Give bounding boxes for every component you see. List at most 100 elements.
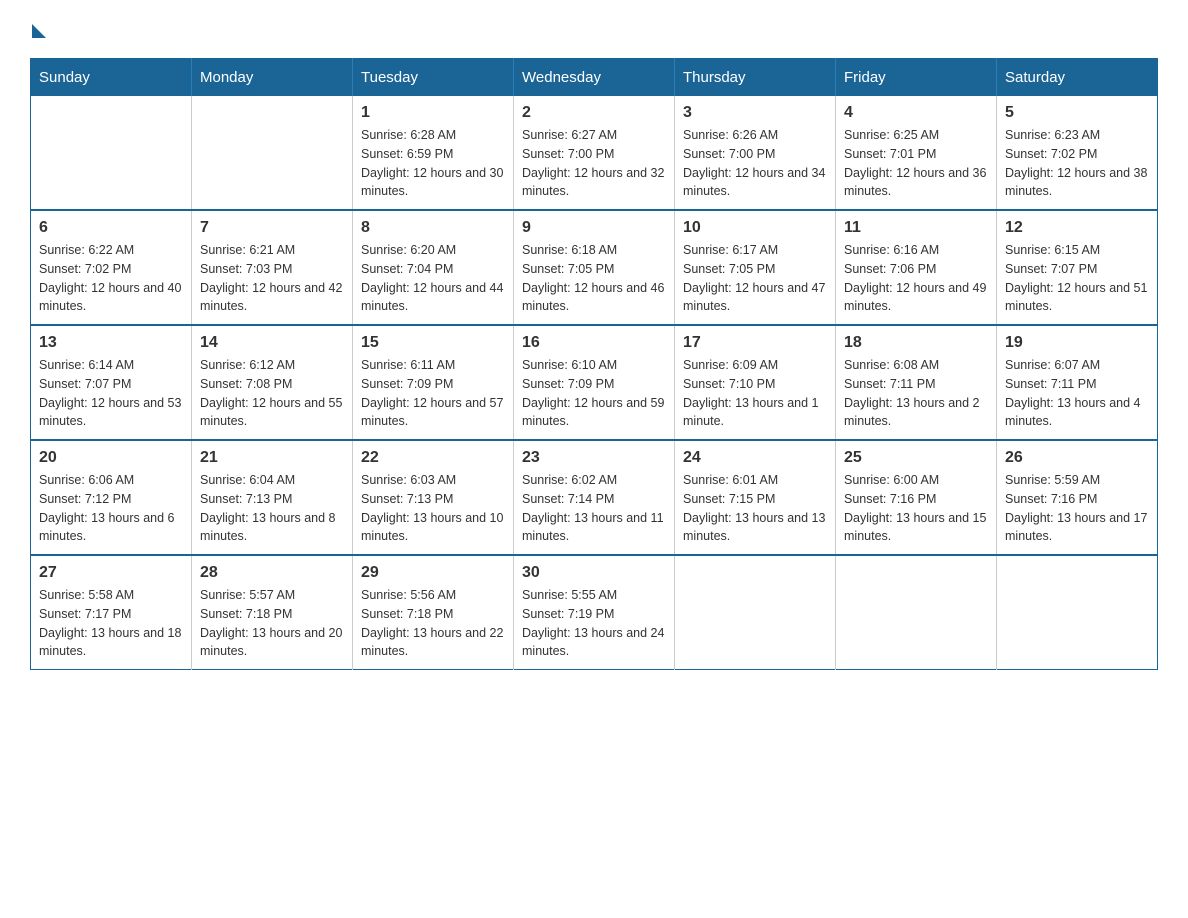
calendar-day-cell: 3 Sunrise: 6:26 AMSunset: 7:00 PMDaylight… [675,96,836,210]
calendar-day-cell: 11 Sunrise: 6:16 AMSunset: 7:06 PMDayligh… [836,210,997,325]
calendar-day-cell: 25 Sunrise: 6:00 AMSunset: 7:16 PMDayligh… [836,440,997,555]
day-info: Sunrise: 6:06 AMSunset: 7:12 PMDaylight:… [39,471,183,546]
calendar-header-row: SundayMondayTuesdayWednesdayThursdayFrid… [31,59,1158,97]
day-info: Sunrise: 6:01 AMSunset: 7:15 PMDaylight:… [683,471,827,546]
calendar-day-cell: 17 Sunrise: 6:09 AMSunset: 7:10 PMDayligh… [675,325,836,440]
calendar-day-cell: 20Sunrise: 6:06 AMSunset: 7:12 PMDayligh… [31,440,192,555]
page-header [30,20,1158,38]
day-info: Sunrise: 5:57 AMSunset: 7:18 PMDaylight:… [200,586,344,661]
calendar-week-row: 20Sunrise: 6:06 AMSunset: 7:12 PMDayligh… [31,440,1158,555]
day-info: Sunrise: 6:17 AMSunset: 7:05 PMDaylight:… [683,241,827,316]
day-info: Sunrise: 5:56 AMSunset: 7:18 PMDaylight:… [361,586,505,661]
day-of-week-header: Monday [192,59,353,97]
calendar-week-row: 1Sunrise: 6:28 AMSunset: 6:59 PMDaylight… [31,96,1158,210]
calendar-day-cell: 7 Sunrise: 6:21 AMSunset: 7:03 PMDaylight… [192,210,353,325]
day-info: Sunrise: 6:00 AMSunset: 7:16 PMDaylight:… [844,471,988,546]
calendar-day-cell: 16 Sunrise: 6:10 AMSunset: 7:09 PMDayligh… [514,325,675,440]
calendar-day-cell: 30 Sunrise: 5:55 AMSunset: 7:19 PMDayligh… [514,555,675,670]
day-number: 5 [1005,104,1149,122]
day-info: Sunrise: 6:15 AMSunset: 7:07 PMDaylight:… [1005,241,1149,316]
day-info: Sunrise: 6:27 AMSunset: 7:00 PMDaylight:… [522,126,666,201]
day-number: 11 [844,219,988,237]
calendar-day-cell: 4Sunrise: 6:25 AMSunset: 7:01 PMDaylight… [836,96,997,210]
calendar-day-cell [192,96,353,210]
calendar-day-cell: 24 Sunrise: 6:01 AMSunset: 7:15 PMDayligh… [675,440,836,555]
day-of-week-header: Wednesday [514,59,675,97]
calendar-day-cell: 22 Sunrise: 6:03 AMSunset: 7:13 PMDayligh… [353,440,514,555]
day-number: 22 [361,449,505,467]
day-number: 6 [39,219,183,237]
day-of-week-header: Tuesday [353,59,514,97]
day-info: Sunrise: 6:21 AMSunset: 7:03 PMDaylight:… [200,241,344,316]
day-number: 13 [39,334,183,352]
day-number: 29 [361,564,505,582]
calendar-day-cell: 10 Sunrise: 6:17 AMSunset: 7:05 PMDayligh… [675,210,836,325]
calendar-day-cell: 13 Sunrise: 6:14 AMSunset: 7:07 PMDayligh… [31,325,192,440]
day-info: Sunrise: 6:03 AMSunset: 7:13 PMDaylight:… [361,471,505,546]
calendar-day-cell: 27 Sunrise: 5:58 AMSunset: 7:17 PMDayligh… [31,555,192,670]
calendar-week-row: 6 Sunrise: 6:22 AMSunset: 7:02 PMDaylight… [31,210,1158,325]
day-info: Sunrise: 6:12 AMSunset: 7:08 PMDaylight:… [200,356,344,431]
calendar-day-cell [997,555,1158,670]
day-number: 3 [683,104,827,122]
day-number: 27 [39,564,183,582]
day-info: Sunrise: 6:26 AMSunset: 7:00 PMDaylight:… [683,126,827,201]
day-info: Sunrise: 6:20 AMSunset: 7:04 PMDaylight:… [361,241,505,316]
calendar-day-cell: 15 Sunrise: 6:11 AMSunset: 7:09 PMDayligh… [353,325,514,440]
calendar-day-cell: 18 Sunrise: 6:08 AMSunset: 7:11 PMDayligh… [836,325,997,440]
calendar-day-cell: 2Sunrise: 6:27 AMSunset: 7:00 PMDaylight… [514,96,675,210]
day-info: Sunrise: 6:14 AMSunset: 7:07 PMDaylight:… [39,356,183,431]
day-info: Sunrise: 5:55 AMSunset: 7:19 PMDaylight:… [522,586,666,661]
logo [30,20,48,38]
day-number: 19 [1005,334,1149,352]
day-info: Sunrise: 6:04 AMSunset: 7:13 PMDaylight:… [200,471,344,546]
day-info: Sunrise: 5:59 AMSunset: 7:16 PMDaylight:… [1005,471,1149,546]
day-info: Sunrise: 6:09 AMSunset: 7:10 PMDaylight:… [683,356,827,431]
day-of-week-header: Friday [836,59,997,97]
calendar-day-cell: 1Sunrise: 6:28 AMSunset: 6:59 PMDaylight… [353,96,514,210]
day-number: 18 [844,334,988,352]
calendar-day-cell: 29 Sunrise: 5:56 AMSunset: 7:18 PMDayligh… [353,555,514,670]
day-number: 8 [361,219,505,237]
day-number: 28 [200,564,344,582]
calendar-week-row: 27 Sunrise: 5:58 AMSunset: 7:17 PMDayligh… [31,555,1158,670]
day-number: 21 [200,449,344,467]
calendar-day-cell [31,96,192,210]
calendar-week-row: 13 Sunrise: 6:14 AMSunset: 7:07 PMDayligh… [31,325,1158,440]
calendar-day-cell [836,555,997,670]
day-of-week-header: Saturday [997,59,1158,97]
day-number: 9 [522,219,666,237]
day-info: Sunrise: 6:22 AMSunset: 7:02 PMDaylight:… [39,241,183,316]
day-info: Sunrise: 6:18 AMSunset: 7:05 PMDaylight:… [522,241,666,316]
calendar-day-cell: 6 Sunrise: 6:22 AMSunset: 7:02 PMDaylight… [31,210,192,325]
day-number: 30 [522,564,666,582]
day-info: Sunrise: 6:25 AMSunset: 7:01 PMDaylight:… [844,126,988,201]
day-info: Sunrise: 6:08 AMSunset: 7:11 PMDaylight:… [844,356,988,431]
day-number: 25 [844,449,988,467]
day-number: 17 [683,334,827,352]
day-info: Sunrise: 6:11 AMSunset: 7:09 PMDaylight:… [361,356,505,431]
calendar-day-cell [675,555,836,670]
calendar-day-cell: 19 Sunrise: 6:07 AMSunset: 7:11 PMDayligh… [997,325,1158,440]
day-of-week-header: Sunday [31,59,192,97]
day-info: Sunrise: 6:10 AMSunset: 7:09 PMDaylight:… [522,356,666,431]
day-info: Sunrise: 6:28 AMSunset: 6:59 PMDaylight:… [361,126,505,201]
day-info: Sunrise: 5:58 AMSunset: 7:17 PMDaylight:… [39,586,183,661]
day-number: 26 [1005,449,1149,467]
calendar-day-cell: 26 Sunrise: 5:59 AMSunset: 7:16 PMDayligh… [997,440,1158,555]
day-info: Sunrise: 6:16 AMSunset: 7:06 PMDaylight:… [844,241,988,316]
day-number: 15 [361,334,505,352]
calendar-day-cell: 21 Sunrise: 6:04 AMSunset: 7:13 PMDayligh… [192,440,353,555]
day-number: 24 [683,449,827,467]
day-number: 10 [683,219,827,237]
calendar-day-cell: 14 Sunrise: 6:12 AMSunset: 7:08 PMDayligh… [192,325,353,440]
day-number: 7 [200,219,344,237]
day-number: 12 [1005,219,1149,237]
day-number: 14 [200,334,344,352]
day-info: Sunrise: 6:23 AMSunset: 7:02 PMDaylight:… [1005,126,1149,201]
day-of-week-header: Thursday [675,59,836,97]
day-number: 16 [522,334,666,352]
calendar-day-cell: 12 Sunrise: 6:15 AMSunset: 7:07 PMDayligh… [997,210,1158,325]
calendar-day-cell: 8 Sunrise: 6:20 AMSunset: 7:04 PMDaylight… [353,210,514,325]
day-info: Sunrise: 6:07 AMSunset: 7:11 PMDaylight:… [1005,356,1149,431]
